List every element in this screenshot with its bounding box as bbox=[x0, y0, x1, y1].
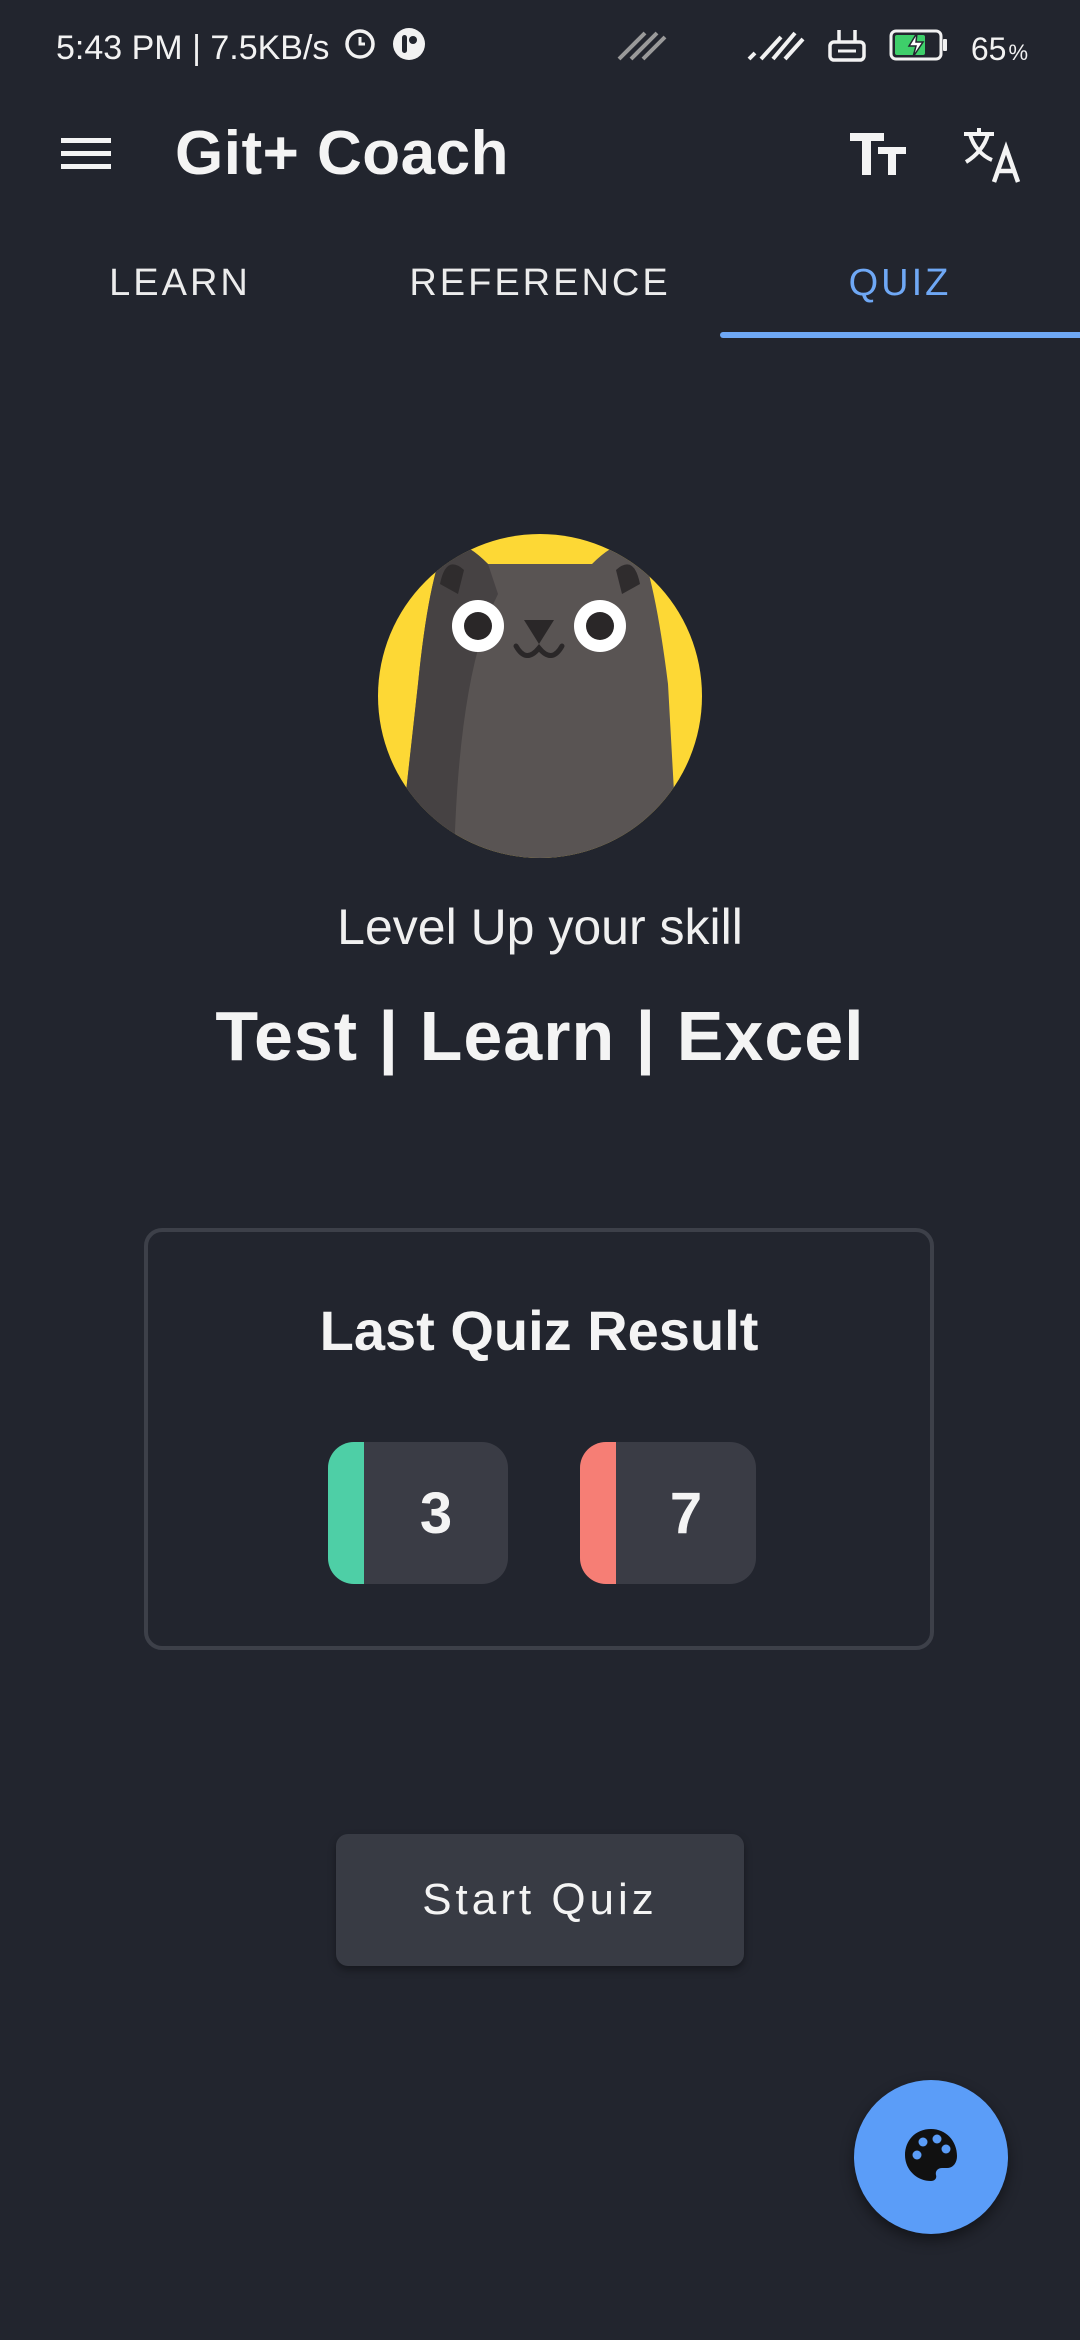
correct-indicator bbox=[328, 1442, 364, 1584]
cat-mascot-icon bbox=[378, 534, 702, 858]
battery-charging-icon bbox=[889, 28, 949, 70]
signal-icon bbox=[615, 27, 671, 71]
wrong-score-badge: 7 bbox=[580, 1442, 756, 1584]
battery-percent-sign: % bbox=[1008, 39, 1028, 65]
status-bar: 5:43 PM | 7.5KB/s 65 % bbox=[0, 0, 1080, 96]
tagline: Level Up your skill bbox=[337, 899, 743, 955]
tab-quiz[interactable]: QUIZ bbox=[720, 230, 1080, 336]
battery-percent-value: 65 bbox=[970, 30, 1007, 67]
palette-icon bbox=[901, 2125, 961, 2190]
notification-icon bbox=[391, 26, 427, 71]
tab-reference[interactable]: REFERENCE bbox=[360, 230, 720, 336]
signal-icon bbox=[745, 27, 805, 71]
tab-bar: LEARN REFERENCE QUIZ bbox=[0, 230, 1080, 340]
translate-button[interactable] bbox=[952, 122, 1032, 190]
correct-score-badge: 3 bbox=[328, 1442, 508, 1584]
battery-percent: 65% bbox=[971, 31, 1028, 68]
text-size-button[interactable] bbox=[838, 122, 918, 190]
status-right: 65% bbox=[615, 26, 1028, 72]
start-quiz-button[interactable]: Start Quiz bbox=[336, 1834, 744, 1966]
result-title: Last Quiz Result bbox=[319, 1299, 759, 1362]
last-quiz-result-card: Last Quiz Result 3 7 bbox=[144, 1228, 934, 1650]
text-size-icon bbox=[848, 129, 908, 184]
alarm-clock-icon bbox=[343, 27, 377, 70]
status-time-speed: 5:43 PM | 7.5KB/s bbox=[56, 29, 330, 67]
theme-fab-button[interactable] bbox=[854, 2080, 1008, 2234]
menu-button[interactable] bbox=[50, 124, 122, 188]
app-bar: Git+ Coach bbox=[0, 96, 1080, 216]
screen: 5:43 PM | 7.5KB/s 65 % Git+ Coach LEARN … bbox=[0, 0, 1080, 2340]
router-icon bbox=[827, 26, 867, 72]
app-title: Git+ Coach bbox=[175, 119, 510, 188]
tab-indicator bbox=[720, 332, 1080, 338]
menu-icon bbox=[59, 135, 113, 178]
tab-learn[interactable]: LEARN bbox=[0, 230, 360, 336]
motto: Test | Learn | Excel bbox=[215, 997, 865, 1075]
wrong-count: 7 bbox=[669, 1480, 703, 1546]
wrong-indicator bbox=[580, 1442, 616, 1584]
translate-icon bbox=[960, 124, 1024, 189]
status-left: 5:43 PM | 7.5KB/s bbox=[56, 26, 427, 71]
correct-count: 3 bbox=[419, 1480, 453, 1546]
